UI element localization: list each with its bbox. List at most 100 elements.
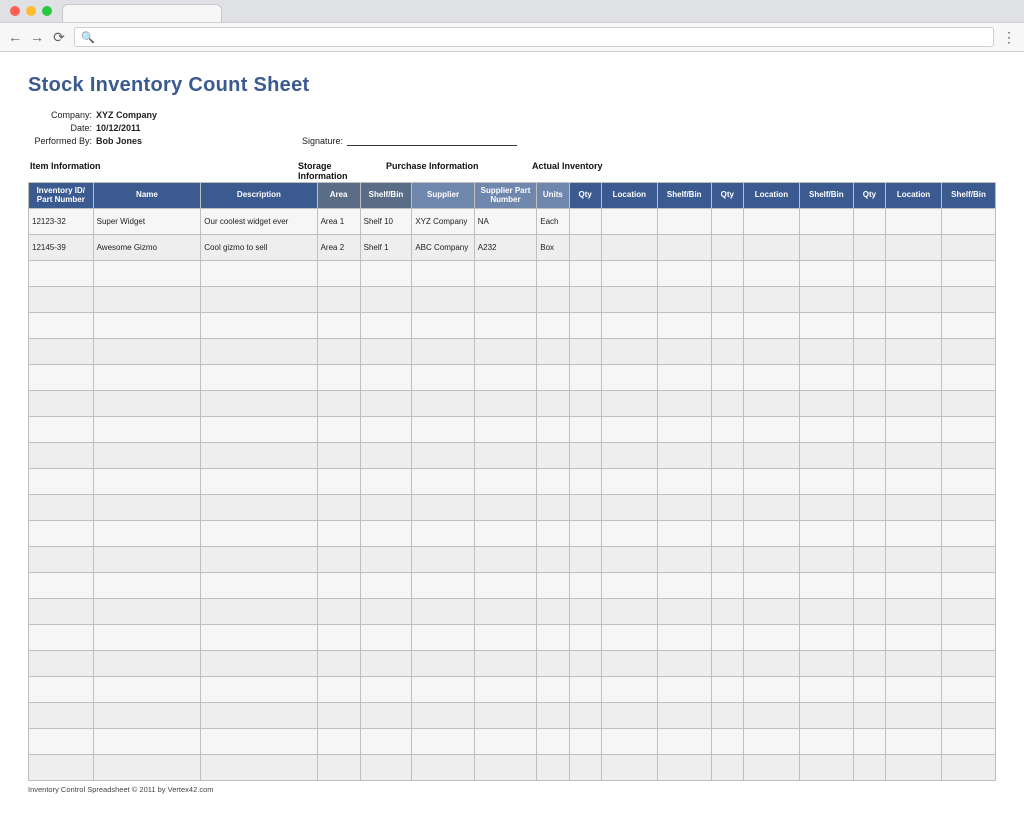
cell[interactable] (886, 443, 942, 469)
cell[interactable] (317, 469, 360, 495)
cell[interactable] (942, 443, 996, 469)
cell[interactable] (711, 391, 743, 417)
cell[interactable] (317, 755, 360, 781)
cell[interactable] (853, 443, 885, 469)
cell[interactable] (360, 313, 412, 339)
cell[interactable] (474, 495, 536, 521)
cell[interactable] (360, 365, 412, 391)
cell[interactable] (743, 417, 799, 443)
cell[interactable] (743, 469, 799, 495)
cell[interactable] (537, 521, 569, 547)
cell[interactable] (743, 703, 799, 729)
cell[interactable] (29, 573, 94, 599)
cell[interactable] (853, 547, 885, 573)
cell[interactable] (942, 365, 996, 391)
cell[interactable] (201, 391, 317, 417)
cell[interactable] (317, 729, 360, 755)
cell[interactable] (601, 443, 657, 469)
cell[interactable] (711, 495, 743, 521)
cell[interactable] (317, 547, 360, 573)
cell[interactable] (537, 677, 569, 703)
cell[interactable] (942, 417, 996, 443)
cell[interactable] (317, 391, 360, 417)
cell[interactable] (201, 495, 317, 521)
cell[interactable] (412, 365, 474, 391)
cell[interactable] (942, 573, 996, 599)
minimize-icon[interactable] (26, 6, 36, 16)
cell[interactable] (942, 703, 996, 729)
cell[interactable] (799, 209, 853, 235)
cell[interactable] (743, 651, 799, 677)
cell[interactable] (412, 625, 474, 651)
cell[interactable] (93, 261, 201, 287)
cell[interactable] (886, 625, 942, 651)
cell[interactable]: 12123-32 (29, 209, 94, 235)
cell[interactable] (657, 625, 711, 651)
cell[interactable] (93, 417, 201, 443)
cell[interactable] (942, 235, 996, 261)
cell[interactable] (317, 313, 360, 339)
cell[interactable]: Box (537, 235, 569, 261)
cell[interactable] (711, 755, 743, 781)
cell[interactable] (886, 235, 942, 261)
cell[interactable] (853, 677, 885, 703)
cell[interactable] (29, 469, 94, 495)
cell[interactable] (412, 495, 474, 521)
cell[interactable] (569, 677, 601, 703)
cell[interactable] (201, 625, 317, 651)
cell[interactable] (569, 261, 601, 287)
cell[interactable] (474, 651, 536, 677)
cell[interactable] (360, 261, 412, 287)
cell[interactable] (537, 287, 569, 313)
cell[interactable] (886, 339, 942, 365)
cell[interactable] (799, 495, 853, 521)
cell[interactable] (601, 495, 657, 521)
cell[interactable] (942, 651, 996, 677)
cell[interactable] (601, 391, 657, 417)
cell[interactable] (360, 573, 412, 599)
cell[interactable] (711, 703, 743, 729)
cell[interactable] (317, 287, 360, 313)
cell[interactable] (29, 755, 94, 781)
cell[interactable] (317, 599, 360, 625)
cell[interactable] (743, 625, 799, 651)
cell[interactable] (29, 261, 94, 287)
cell[interactable] (569, 365, 601, 391)
cell[interactable] (569, 495, 601, 521)
cell[interactable] (711, 365, 743, 391)
cell[interactable] (601, 339, 657, 365)
cell[interactable] (711, 729, 743, 755)
cell[interactable] (474, 417, 536, 443)
cell[interactable]: Each (537, 209, 569, 235)
cell[interactable] (942, 261, 996, 287)
cell[interactable] (412, 391, 474, 417)
cell[interactable] (942, 339, 996, 365)
cell[interactable] (886, 677, 942, 703)
cell[interactable] (317, 261, 360, 287)
cell[interactable] (601, 261, 657, 287)
cell[interactable] (743, 729, 799, 755)
cell[interactable] (601, 573, 657, 599)
cell[interactable] (942, 495, 996, 521)
cell[interactable] (360, 469, 412, 495)
cell[interactable] (711, 677, 743, 703)
cell[interactable] (942, 313, 996, 339)
cell[interactable] (853, 209, 885, 235)
cell[interactable] (743, 261, 799, 287)
cell[interactable] (412, 703, 474, 729)
cell[interactable] (799, 729, 853, 755)
cell[interactable] (853, 729, 885, 755)
cell[interactable] (412, 443, 474, 469)
cell[interactable] (569, 443, 601, 469)
cell[interactable] (601, 651, 657, 677)
cell[interactable] (853, 391, 885, 417)
cell[interactable] (412, 651, 474, 677)
cell[interactable] (537, 313, 569, 339)
cell[interactable] (657, 313, 711, 339)
cell[interactable] (942, 391, 996, 417)
cell[interactable] (799, 235, 853, 261)
cell[interactable]: Shelf 10 (360, 209, 412, 235)
cell[interactable] (853, 235, 885, 261)
cell[interactable] (412, 339, 474, 365)
cell[interactable] (537, 261, 569, 287)
